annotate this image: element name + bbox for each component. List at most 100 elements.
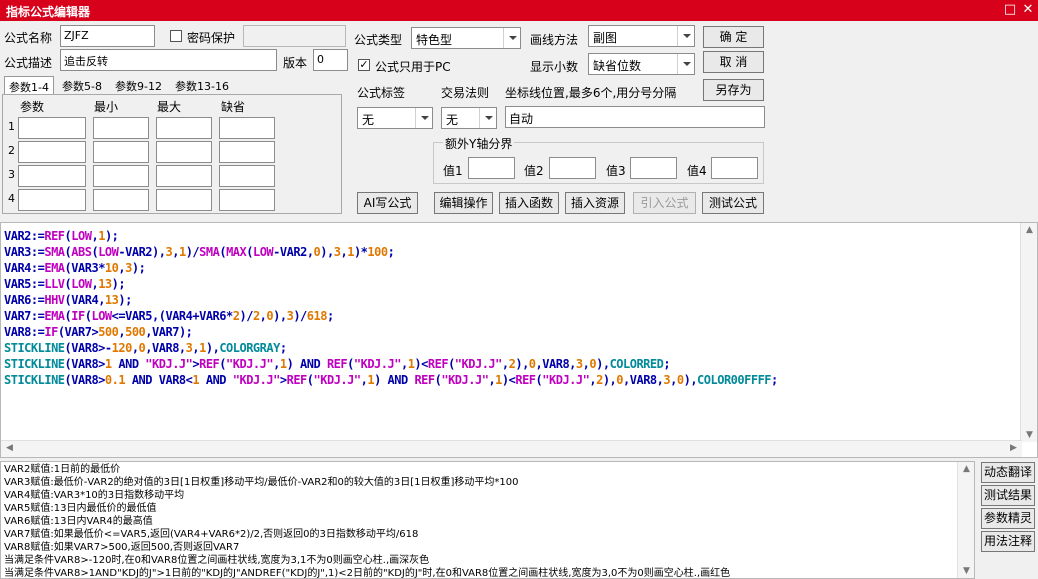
description-line: VAR8赋值:如果VAR7>500,返回500,否则返回VAR7 [4, 542, 240, 553]
formula-type-value: 特色型 [416, 33, 453, 47]
insert-function-button[interactable]: 插入函数 [499, 192, 559, 214]
description-line: VAR6赋值:13日内VAR4的最高值 [4, 516, 153, 527]
code-line: STICKLINE(VAR8>-120,0,VAR8,3,1),COLORGRA… [4, 341, 287, 355]
chevron-down-icon [677, 26, 694, 46]
coord-label: 坐标线位置,最多6个,用分号分隔 [505, 86, 677, 100]
vertical-scrollbar[interactable]: ▲ ▼ [1020, 223, 1037, 442]
pc-only-checkbox[interactable]: ✓ [358, 59, 370, 71]
code-line: VAR5:=LLV(LOW,13); [4, 277, 126, 291]
chevron-down-icon [677, 54, 694, 74]
restore-button[interactable]: □ [1002, 2, 1018, 18]
param-min-input[interactable] [93, 117, 149, 139]
chevron-down-icon [479, 108, 496, 128]
param-min-input[interactable] [93, 189, 149, 211]
param-default-input[interactable] [219, 141, 275, 163]
pc-only-label: 公式只用于PC [375, 60, 451, 74]
version-input[interactable]: 0 [313, 49, 348, 71]
value3-input[interactable] [630, 157, 677, 179]
formula-desc-label: 公式描述 [4, 56, 53, 70]
param-header-max: 最大 [157, 100, 182, 114]
password-input[interactable] [243, 25, 346, 47]
code-editor[interactable]: VAR2:=REF(LOW,1); VAR3:=SMA(ABS(LOW-VAR2)… [0, 222, 1038, 458]
description-line: 当满足条件VAR8>1AND"KDJ的J">1日前的"KDJ的J"ANDREF(… [4, 568, 731, 579]
param-name-input[interactable] [18, 141, 86, 163]
scroll-right-icon[interactable]: ▶ [1005, 443, 1022, 453]
param-default-input[interactable] [219, 117, 275, 139]
param-row-number: 3 [8, 168, 15, 181]
code-line: VAR3:=SMA(ABS(LOW-VAR2),3,1)/SMA(MAX(LOW… [4, 245, 395, 259]
scroll-up-icon[interactable]: ▲ [958, 464, 974, 474]
test-result-button[interactable]: 测试结果 [981, 485, 1035, 506]
horizontal-scrollbar[interactable]: ◀ ▶ [1, 440, 1022, 457]
param-name-input[interactable] [18, 189, 86, 211]
description-scrollbar[interactable]: ▲ ▼ [957, 462, 974, 578]
title-bar: 指标公式编辑器 □ ✕ [0, 0, 1038, 21]
tab-params-13-16[interactable]: 参数13-16 [171, 76, 233, 94]
description-line: VAR3赋值:最低价-VAR2的绝对值的3日[1日权重]移动平均/最低价-VAR… [4, 477, 519, 488]
param-max-input[interactable] [156, 117, 212, 139]
value4-input[interactable] [711, 157, 758, 179]
decimals-select[interactable]: 缺省位数 [588, 53, 695, 75]
param-row-number: 4 [8, 192, 15, 205]
save-as-button[interactable]: 另存为 [703, 79, 764, 101]
formula-name-input[interactable]: ZJFZ [60, 25, 155, 47]
value2-input[interactable] [549, 157, 596, 179]
dynamic-translate-button[interactable]: 动态翻译 [981, 462, 1035, 483]
param-min-input[interactable] [93, 141, 149, 163]
import-formula-button[interactable]: 引入公式 [633, 192, 696, 214]
description-line: VAR5赋值:13日内最低价的最低值 [4, 503, 157, 514]
test-formula-button[interactable]: 测试公式 [702, 192, 764, 214]
cancel-button[interactable]: 取 消 [703, 51, 764, 73]
ai-write-formula-button[interactable]: AI写公式 [357, 192, 418, 214]
decimals-label: 显示小数 [530, 60, 579, 74]
ok-button[interactable]: 确 定 [703, 26, 764, 48]
param-min-input[interactable] [93, 165, 149, 187]
scroll-up-icon[interactable]: ▲ [1021, 225, 1037, 235]
formula-type-select[interactable]: 特色型 [411, 27, 521, 49]
description-line: 当满足条件VAR8>-120时,在0和VAR8位置之间画柱状线,宽度为3,1不为… [4, 555, 430, 566]
formula-desc-input[interactable]: 追击反转 [60, 49, 277, 71]
decimals-value: 缺省位数 [593, 59, 642, 73]
value1-input[interactable] [468, 157, 515, 179]
param-wizard-button[interactable]: 参数精灵 [981, 508, 1035, 529]
scroll-left-icon[interactable]: ◀ [1, 443, 18, 453]
extra-y-label: 额外Y轴分界 [443, 135, 515, 152]
password-checkbox[interactable] [170, 30, 182, 42]
formula-tag-value: 无 [362, 113, 375, 127]
param-default-input[interactable] [219, 189, 275, 211]
tab-params-5-8[interactable]: 参数5-8 [58, 76, 106, 94]
draw-method-select[interactable]: 副图 [588, 25, 695, 47]
tab-params-1-4[interactable]: 参数1-4 [4, 76, 54, 94]
chevron-down-icon [503, 28, 520, 48]
check-icon: ✓ [359, 58, 369, 71]
formula-type-label: 公式类型 [354, 33, 403, 47]
param-max-input[interactable] [156, 165, 212, 187]
value4-label: 值4 [687, 164, 707, 178]
param-default-input[interactable] [219, 165, 275, 187]
param-max-input[interactable] [156, 189, 212, 211]
code-line: VAR6:=HHV(VAR4,13); [4, 293, 132, 307]
scroll-down-icon[interactable]: ▼ [1021, 430, 1037, 440]
code-line: VAR4:=EMA(VAR3*10,3); [4, 261, 146, 275]
edit-operation-button[interactable]: 编辑操作 [434, 192, 493, 214]
scroll-down-icon[interactable]: ▼ [958, 566, 974, 576]
description-line: VAR7赋值:如果最低价<=VAR5,返回(VAR4+VAR6*2)/2,否则返… [4, 529, 419, 540]
tab-params-9-12[interactable]: 参数9-12 [111, 76, 166, 94]
insert-resource-button[interactable]: 插入资源 [565, 192, 625, 214]
window-title: 指标公式编辑器 [6, 5, 91, 19]
param-name-input[interactable] [18, 117, 86, 139]
param-name-input[interactable] [18, 165, 86, 187]
code-line: VAR8:=IF(VAR7>500,500,VAR7); [4, 325, 193, 339]
coord-input[interactable]: 自动 [505, 106, 765, 128]
code-line: VAR2:=REF(LOW,1); [4, 229, 119, 243]
description-line: VAR4赋值:VAR3*10的3日指数移动平均 [4, 490, 185, 501]
usage-notes-button[interactable]: 用法注释 [981, 531, 1035, 552]
chevron-down-icon [415, 108, 432, 128]
param-row-number: 1 [8, 120, 15, 133]
trade-rule-select[interactable]: 无 [441, 107, 497, 129]
param-max-input[interactable] [156, 141, 212, 163]
param-row-number: 2 [8, 144, 15, 157]
formula-tag-select[interactable]: 无 [357, 107, 433, 129]
trade-rule-value: 无 [446, 113, 459, 127]
close-button[interactable]: ✕ [1020, 2, 1036, 18]
